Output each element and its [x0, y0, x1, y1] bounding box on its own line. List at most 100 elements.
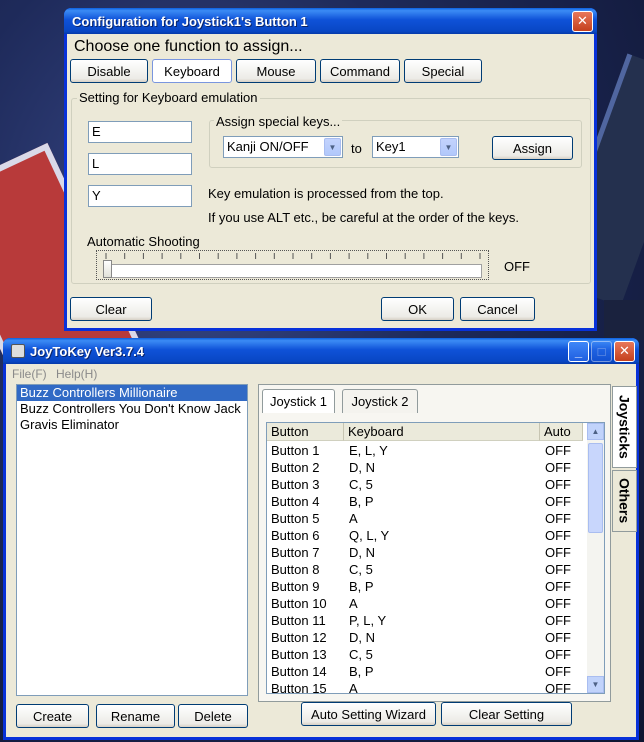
cell-button: Button 13 [271, 647, 327, 662]
profile-item[interactable]: Buzz Controllers You Don't Know Jack [17, 401, 247, 417]
profile-list[interactable]: Buzz Controllers Millionaire Buzz Contro… [16, 384, 248, 696]
special-from-value: Kanji ON/OFF [227, 139, 309, 154]
cell-button: Button 3 [271, 477, 320, 492]
tab-joystick-1[interactable]: Joystick 1 [262, 389, 335, 413]
table-row[interactable]: Button 8 C, 5 OFF [267, 561, 583, 578]
cell-keyboard: B, P [349, 494, 374, 509]
clear-button[interactable]: Clear [70, 297, 152, 321]
auto-setting-wizard-button[interactable]: Auto Setting Wizard [301, 702, 436, 726]
cell-auto: OFF [545, 681, 571, 694]
column-header-keyboard[interactable]: Keyboard [344, 423, 540, 441]
cell-auto: OFF [545, 477, 571, 492]
chevron-down-icon[interactable]: ▼ [440, 138, 457, 156]
create-button[interactable]: Create [16, 704, 89, 728]
special-to-value: Key1 [376, 139, 406, 154]
cell-keyboard: C, 5 [349, 647, 373, 662]
table-row[interactable]: Button 13 C, 5 OFF [267, 646, 583, 663]
buttons-table: Button Keyboard Auto Button 1 E, L, Y OFF B… [266, 422, 605, 694]
special-from-select[interactable]: Kanji ON/OFF ▼ [223, 136, 343, 158]
cell-auto: OFF [545, 630, 571, 645]
column-header-auto[interactable]: Auto [540, 423, 583, 441]
cell-auto: OFF [545, 596, 571, 611]
table-row[interactable]: Button 9 B, P OFF [267, 578, 583, 595]
table-row[interactable]: Button 6 Q, L, Y OFF [267, 527, 583, 544]
cell-button: Button 14 [271, 664, 327, 679]
table-row[interactable]: Button 11 P, L, Y OFF [267, 612, 583, 629]
slider-ticks [105, 253, 481, 259]
config-title: Configuration for Joystick1's Button 1 [72, 13, 308, 29]
tab-others[interactable]: Others [612, 470, 637, 532]
close-icon: ✕ [619, 343, 630, 358]
vertical-scrollbar[interactable]: ▲ ▼ [587, 423, 604, 693]
slider-thumb[interactable] [103, 260, 112, 278]
cancel-button[interactable]: Cancel [460, 297, 535, 321]
scroll-up-button[interactable]: ▲ [587, 423, 604, 440]
cell-auto: OFF [545, 460, 571, 475]
scroll-thumb[interactable] [588, 443, 603, 533]
main-title: JoyToKey Ver3.7.4 [30, 343, 144, 359]
cell-keyboard: A [349, 511, 358, 526]
config-heading: Choose one function to assign... [74, 38, 303, 55]
special-to-select[interactable]: Key1 ▼ [372, 136, 459, 158]
tab-joysticks[interactable]: Joysticks [612, 386, 637, 468]
tab-special[interactable]: Special [404, 59, 482, 83]
minimize-icon: _ [574, 343, 583, 359]
table-row[interactable]: Button 14 B, P OFF [267, 663, 583, 680]
main-titlebar[interactable]: JoyToKey Ver3.7.4 _ □ ✕ [3, 338, 639, 364]
table-row[interactable]: Button 2 D, N OFF [267, 459, 583, 476]
scroll-down-button[interactable]: ▼ [587, 676, 604, 693]
close-icon: ✕ [577, 13, 588, 28]
ok-button[interactable]: OK [381, 297, 454, 321]
cell-keyboard: B, P [349, 664, 374, 679]
cell-button: Button 15 [271, 681, 327, 694]
cell-auto: OFF [545, 443, 571, 458]
key-field-2[interactable]: L [88, 153, 192, 175]
main-window: JoyToKey Ver3.7.4 _ □ ✕ File(F) Help(H) … [3, 338, 639, 740]
minimize-button[interactable]: _ [568, 340, 589, 362]
auto-shooting-slider[interactable] [96, 250, 489, 280]
cell-keyboard: B, P [349, 579, 374, 594]
tab-keyboard[interactable]: Keyboard [152, 59, 232, 83]
table-row[interactable]: Button 10 A OFF [267, 595, 583, 612]
assign-button[interactable]: Assign [492, 136, 573, 160]
table-row[interactable]: Button 5 A OFF [267, 510, 583, 527]
key-field-3[interactable]: Y [88, 185, 192, 207]
profile-item[interactable]: Gravis Eliminator [17, 417, 247, 433]
chevron-down-icon[interactable]: ▼ [324, 138, 341, 156]
profile-item[interactable]: Buzz Controllers Millionaire [17, 385, 247, 401]
tab-mouse[interactable]: Mouse [236, 59, 316, 83]
cell-keyboard: A [349, 681, 358, 694]
delete-button[interactable]: Delete [178, 704, 248, 728]
column-header-button[interactable]: Button [267, 423, 344, 441]
cell-auto: OFF [545, 545, 571, 560]
tab-joystick-2[interactable]: Joystick 2 [342, 389, 418, 413]
config-dialog: Configuration for Joystick1's Button 1 ✕… [64, 8, 597, 331]
tab-command[interactable]: Command [320, 59, 400, 83]
cell-auto: OFF [545, 579, 571, 594]
table-row[interactable]: Button 15 A OFF [267, 680, 583, 694]
cell-keyboard: E, L, Y [349, 443, 388, 458]
menu-file[interactable]: File(F) [12, 367, 47, 381]
slider-track [103, 264, 482, 278]
key-field-1[interactable]: E [88, 121, 192, 143]
to-label: to [351, 141, 362, 156]
table-row[interactable]: Button 4 B, P OFF [267, 493, 583, 510]
cell-auto: OFF [545, 511, 571, 526]
close-button[interactable]: ✕ [572, 10, 593, 32]
cell-auto: OFF [545, 613, 571, 628]
config-titlebar[interactable]: Configuration for Joystick1's Button 1 ✕ [64, 8, 597, 34]
table-row[interactable]: Button 12 D, N OFF [267, 629, 583, 646]
cell-keyboard: Q, L, Y [349, 528, 390, 543]
clear-setting-button[interactable]: Clear Setting [441, 702, 572, 726]
menu-help[interactable]: Help(H) [56, 367, 97, 381]
special-keys-label: Assign special keys... [214, 114, 343, 129]
table-rows: Button 1 E, L, Y OFF Button 2 D, N OFF Button … [267, 442, 583, 694]
cell-button: Button 6 [271, 528, 320, 543]
table-row[interactable]: Button 7 D, N OFF [267, 544, 583, 561]
table-row[interactable]: Button 3 C, 5 OFF [267, 476, 583, 493]
cell-button: Button 11 [271, 613, 326, 628]
tab-disable[interactable]: Disable [70, 59, 148, 83]
close-button[interactable]: ✕ [614, 340, 635, 362]
table-row[interactable]: Button 1 E, L, Y OFF [267, 442, 583, 459]
rename-button[interactable]: Rename [96, 704, 175, 728]
